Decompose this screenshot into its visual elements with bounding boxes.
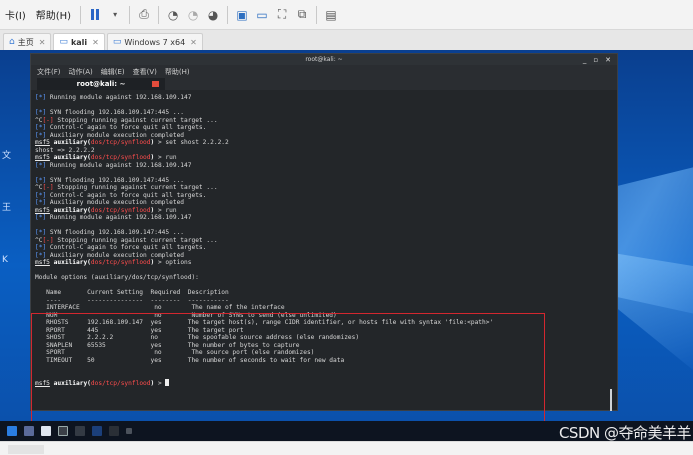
send-ctrl-alt-del-icon[interactable]: ⎙ — [135, 6, 153, 24]
terminal-line: [*] SYN flooding 192.168.109.147:445 ... — [35, 229, 185, 236]
window-controls: _ ▫ ✕ — [583, 54, 611, 65]
app-icon[interactable] — [75, 426, 85, 436]
terminal-icon[interactable] — [58, 426, 68, 436]
menu-edit[interactable]: 编辑(E) — [101, 67, 125, 77]
menu-file[interactable]: 文件(F) — [37, 67, 61, 77]
watermark: CSDN @夺命美羊羊 — [558, 424, 692, 442]
thumbnail-view-icon[interactable]: ▭ — [253, 6, 271, 24]
close-icon[interactable]: ✕ — [605, 56, 611, 64]
terminal-line: [*] SYN flooding 192.168.109.147:445 ... — [35, 176, 185, 184]
close-icon[interactable]: ✕ — [39, 38, 46, 47]
toolbar-separator — [80, 5, 82, 24]
terminal-line: ^C[-] Stopping running against current t… — [35, 184, 218, 191]
vm-statusbar — [0, 441, 693, 455]
terminal-line: [*] Control-C again to force quit all ta… — [35, 124, 207, 131]
desktop-icon-label[interactable]: K — [2, 234, 11, 286]
toolbar-separator — [316, 5, 318, 24]
toolbar-separator — [227, 5, 229, 24]
vm-menubar: 卡(I) 帮助(H) ▾ ⎙ ◔ ◔ ◕ ▣ ▭ ⛶ ⧉ ▤ — [0, 0, 693, 30]
app-icon[interactable] — [126, 428, 132, 434]
terminal-line: msf5 auxiliary(dos/tcp/synflood) > optio… — [35, 259, 192, 266]
terminal-menubar: 文件(F) 动作(A) 编辑(E) 查看(V) 帮助(H) — [31, 65, 617, 78]
menu-help[interactable]: 帮助(H) — [165, 67, 190, 77]
terminal-titlebar[interactable]: root@kali: ~ _ ▫ ✕ — [31, 54, 617, 65]
vm-screen[interactable]: 文 王 K root@kali: ~ _ ▫ ✕ 文件(F) 动作(A) 编辑(… — [0, 50, 693, 441]
menu-action[interactable]: 动作(A) — [69, 67, 93, 77]
terminal-tab-label: root@kali: ~ — [76, 80, 126, 88]
vm-menu-item-help[interactable]: 帮助(H) — [31, 7, 76, 22]
terminal-line: [*] Auxiliary module execution completed — [35, 251, 185, 259]
vm-menu-item-card[interactable]: 卡(I) — [0, 7, 31, 22]
terminal-line: msf5 auxiliary(dos/tcp/synflood) > set s… — [35, 139, 229, 146]
chevron-down-icon[interactable]: ▾ — [106, 6, 124, 24]
terminal-line: ---- --------------- -------- ----------… — [35, 296, 229, 304]
vm-icon: ▭ — [112, 37, 122, 47]
terminal-tab[interactable]: root@kali: ~ — [37, 78, 165, 90]
terminal-line: msf5 auxiliary(dos/tcp/synflood) > run — [35, 154, 177, 161]
terminal-line: [*] Running module against 192.168.109.1… — [35, 214, 192, 221]
close-icon[interactable]: ✕ — [190, 38, 197, 47]
terminal-line: shost => 2.2.2.2 — [35, 146, 95, 154]
workspace-icon[interactable] — [24, 426, 34, 436]
menu-view[interactable]: 查看(V) — [133, 67, 157, 77]
terminal-scrollbar[interactable] — [610, 389, 612, 411]
terminal-line: INTERFACE no The name of the interface — [35, 304, 285, 311]
terminal-line: ^C[-] Stopping running against current t… — [35, 116, 218, 124]
terminal-line: [*] Running module against 192.168.109.1… — [35, 94, 192, 101]
desktop-icon-label[interactable]: 文 — [2, 130, 11, 182]
tab-label: 主页 — [17, 37, 34, 47]
browser-icon[interactable] — [92, 426, 102, 436]
tab-kali[interactable]: ▭ kali ✕ — [53, 33, 105, 50]
terminal-line: [*] SYN flooding 192.168.109.147:445 ... — [35, 109, 185, 116]
tab-label: kali — [70, 37, 88, 47]
terminal-line: [*] Control-C again to force quit all ta… — [35, 191, 207, 199]
library-view-icon[interactable]: ▣ — [233, 6, 251, 24]
status-block — [8, 445, 44, 454]
terminal-line: ^C[-] Stopping running against current t… — [35, 236, 218, 244]
folder-icon[interactable] — [41, 426, 51, 436]
pause-icon[interactable] — [86, 6, 104, 24]
snapshot-icon[interactable]: ◔ — [164, 6, 182, 24]
vm-tab-bar: ⌂ 主页 ✕ ▭ kali ✕ ▭ Windows 7 x64 ✕ — [0, 30, 693, 50]
terminal-line: msf5 auxiliary(dos/tcp/synflood) > run — [35, 206, 177, 214]
terminal-line: [*] Auxiliary module execution completed — [35, 199, 185, 206]
terminal-line: [*] Control-C again to force quit all ta… — [35, 244, 207, 251]
desktop-icon-label[interactable]: 王 — [2, 182, 11, 234]
home-icon: ⌂ — [9, 37, 15, 47]
tab-label: Windows 7 x64 — [124, 37, 186, 47]
close-tab-icon[interactable] — [152, 81, 159, 87]
console-view-icon[interactable]: ▤ — [322, 6, 340, 24]
revert-snapshot-icon[interactable]: ◔ — [184, 6, 202, 24]
snapshot-manager-icon[interactable]: ◕ — [204, 6, 222, 24]
tab-windows7[interactable]: ▭ Windows 7 x64 ✕ — [106, 33, 203, 50]
kali-menu-icon[interactable] — [7, 426, 17, 436]
terminal-line: Module options (auxiliary/dos/tcp/synflo… — [35, 274, 199, 281]
terminal-line: [*] Auxiliary module execution completed — [35, 131, 185, 139]
toolbar-separator — [129, 5, 131, 24]
close-icon[interactable]: ✕ — [92, 38, 99, 47]
terminal-title: root@kali: ~ — [305, 56, 343, 63]
minimize-icon[interactable]: _ — [583, 56, 587, 64]
terminal-line: [*] Running module against 192.168.109.1… — [35, 161, 192, 169]
maximize-icon[interactable]: ▫ — [593, 56, 598, 64]
vm-icon: ▭ — [59, 37, 68, 47]
terminal-tabbar: root@kali: ~ — [31, 78, 617, 90]
app-icon[interactable] — [109, 426, 119, 436]
fullscreen-icon[interactable]: ⛶ — [273, 6, 291, 24]
tab-home[interactable]: ⌂ 主页 ✕ — [3, 33, 52, 50]
unity-icon[interactable]: ⧉ — [293, 6, 311, 24]
desktop-icons: 文 王 K — [2, 130, 11, 286]
terminal-line: Name Current Setting Required Descriptio… — [35, 289, 229, 296]
toolbar-separator — [158, 5, 160, 24]
